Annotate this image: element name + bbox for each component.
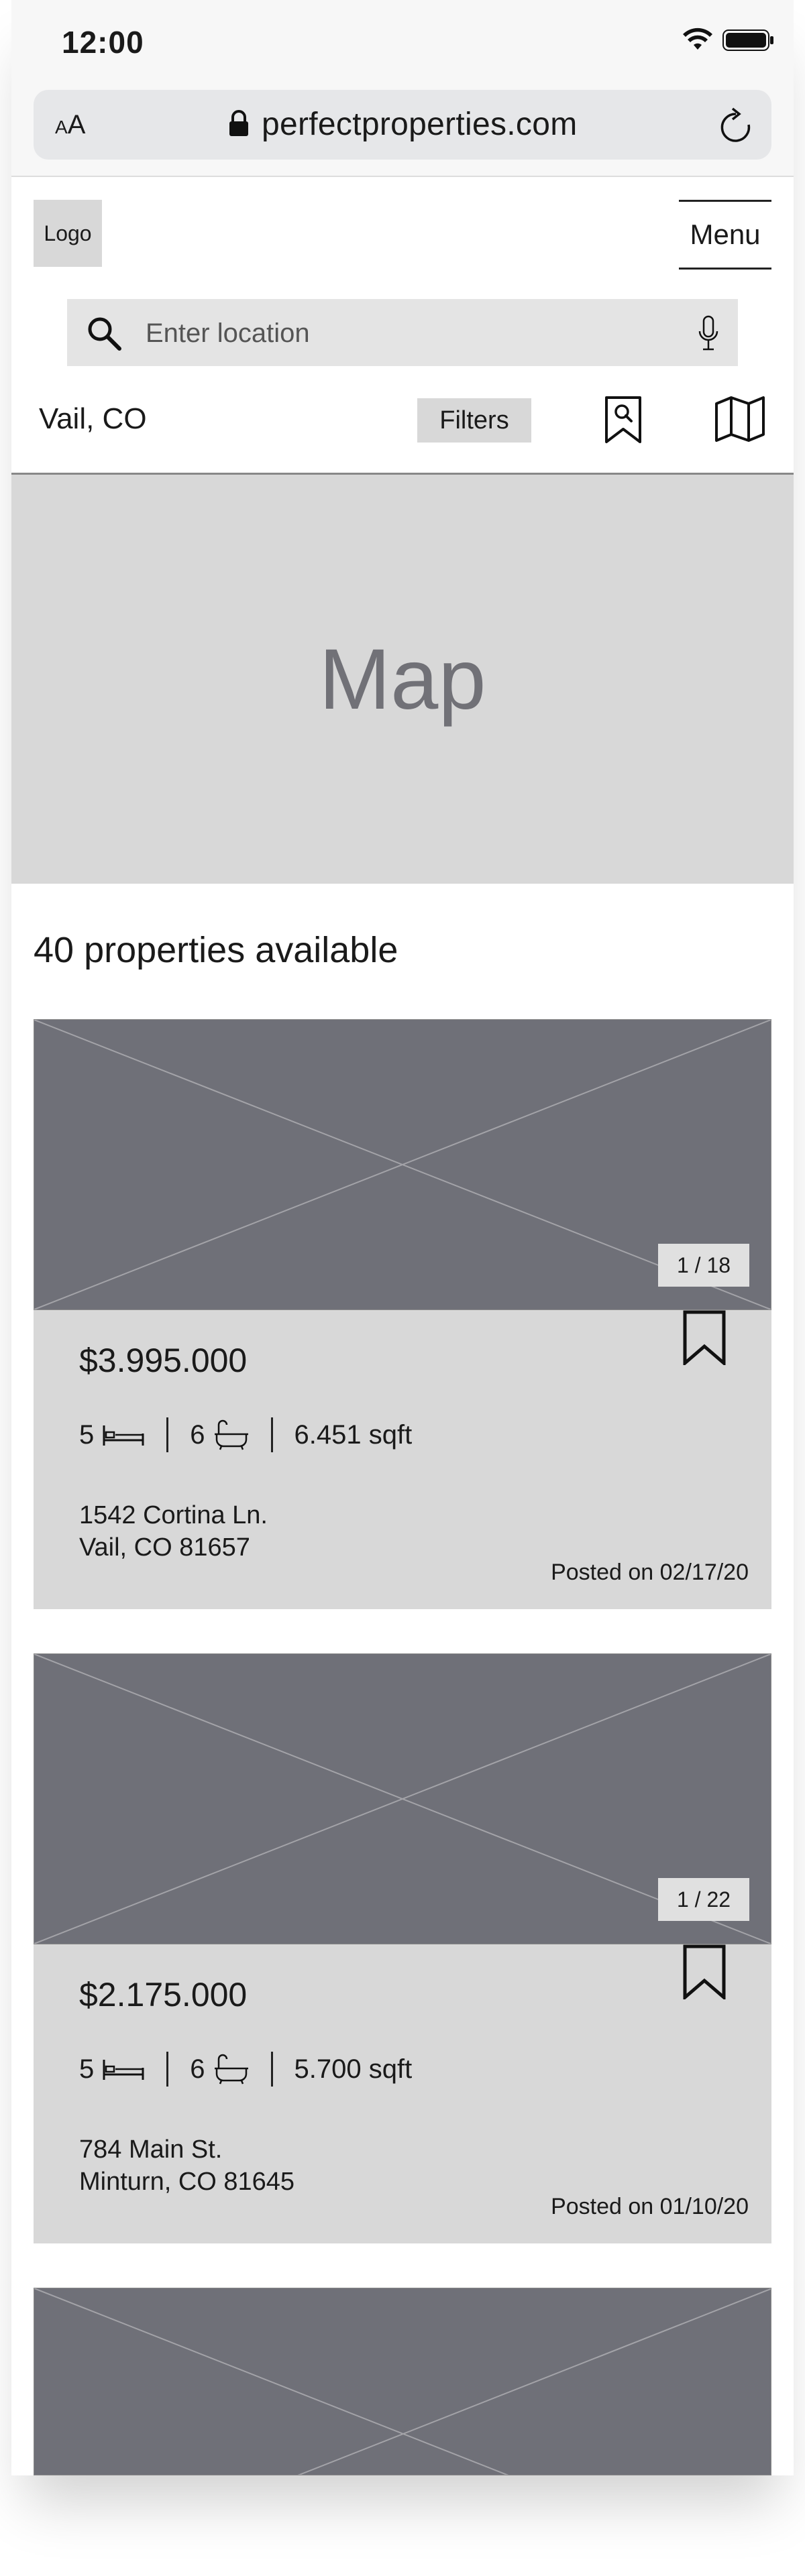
- sqft: 5.700 sqft: [294, 2054, 413, 2084]
- map-label: Map: [319, 631, 486, 727]
- beds-count: 5: [79, 1419, 95, 1450]
- listing-photo[interactable]: [34, 2288, 771, 2475]
- sqft: 6.451 sqft: [294, 1419, 413, 1450]
- posted-date: Posted on 01/10/20: [551, 2194, 749, 2219]
- address-line-1: 1542 Cortina Ln.: [79, 1501, 268, 1529]
- battery-icon: [722, 30, 773, 51]
- url-text: perfectproperties.com: [262, 107, 578, 142]
- address-bar[interactable]: AA perfectproperties.com: [34, 90, 771, 160]
- results-count: 40 properties available: [34, 930, 398, 970]
- bathtub-icon: [214, 1419, 248, 1450]
- site-logo[interactable]: Logo: [34, 200, 102, 267]
- text-size-button[interactable]: AA: [55, 110, 85, 140]
- listing-specs: 5 6 6.451 sqft: [79, 1415, 412, 1455]
- photo-counter: 1 / 18: [658, 1244, 749, 1287]
- listing-address: 1542 Cortina Ln. Vail, CO 81657: [79, 1499, 268, 1564]
- lock-icon: [229, 110, 248, 136]
- listing-price: $2.175.000: [79, 1976, 248, 2013]
- location-search[interactable]: [67, 299, 738, 366]
- saved-search-icon[interactable]: [604, 396, 642, 444]
- current-location: Vail, CO: [39, 402, 147, 435]
- map-placeholder[interactable]: Map: [11, 473, 794, 884]
- spec-divider: [270, 2052, 273, 2087]
- baths-count: 6: [190, 2054, 205, 2084]
- search-icon: [88, 317, 121, 351]
- photo-counter: 1 / 22: [658, 1878, 749, 1921]
- bookmark-icon[interactable]: [683, 1310, 726, 1365]
- browser-chrome: 12:00 AA perfectproperties.com: [11, 0, 794, 177]
- bookmark-icon[interactable]: [683, 1944, 726, 1999]
- microphone-icon[interactable]: [698, 315, 719, 353]
- listing-photo[interactable]: 1 / 18: [34, 1019, 771, 1310]
- spec-divider: [166, 2052, 169, 2087]
- menu-button[interactable]: Menu: [679, 200, 771, 270]
- reload-icon[interactable]: [719, 107, 753, 143]
- map-view-icon[interactable]: [714, 396, 765, 443]
- listing-specs: 5 6 5.700 sqft: [79, 2049, 412, 2089]
- phone-frame: 12:00 AA perfectproperties.com Logo Menu: [11, 0, 794, 2475]
- bed-icon: [103, 1425, 144, 1446]
- image-placeholder-icon: [34, 2288, 771, 2475]
- filters-button[interactable]: Filters: [417, 398, 531, 443]
- address-line-2: Minturn, CO 81645: [79, 2168, 295, 2196]
- posted-date: Posted on 02/17/20: [551, 1560, 749, 1585]
- listing-address: 784 Main St. Minturn, CO 81645: [79, 2133, 294, 2198]
- listing-card[interactable]: 1 / 22 $2.175.000 5 6 5.700 sqft 784 Mai…: [34, 1653, 771, 2243]
- status-time: 12:00: [62, 25, 144, 60]
- wifi-icon: [683, 27, 712, 50]
- baths-count: 6: [190, 1419, 205, 1450]
- bathtub-icon: [214, 2054, 248, 2085]
- spec-divider: [166, 1417, 169, 1452]
- address-line-1: 784 Main St.: [79, 2135, 223, 2164]
- listing-photo[interactable]: 1 / 22: [34, 1653, 771, 1944]
- beds-count: 5: [79, 2054, 95, 2084]
- search-input[interactable]: [144, 315, 670, 351]
- bed-icon: [103, 2060, 144, 2080]
- listing-card[interactable]: 1 / 18 $3.995.000 5 6 6.451 sqft 1542 Co…: [34, 1019, 771, 1609]
- spec-divider: [270, 1417, 273, 1452]
- listing-price: $3.995.000: [79, 1342, 248, 1379]
- address-line-2: Vail, CO 81657: [79, 1533, 250, 1562]
